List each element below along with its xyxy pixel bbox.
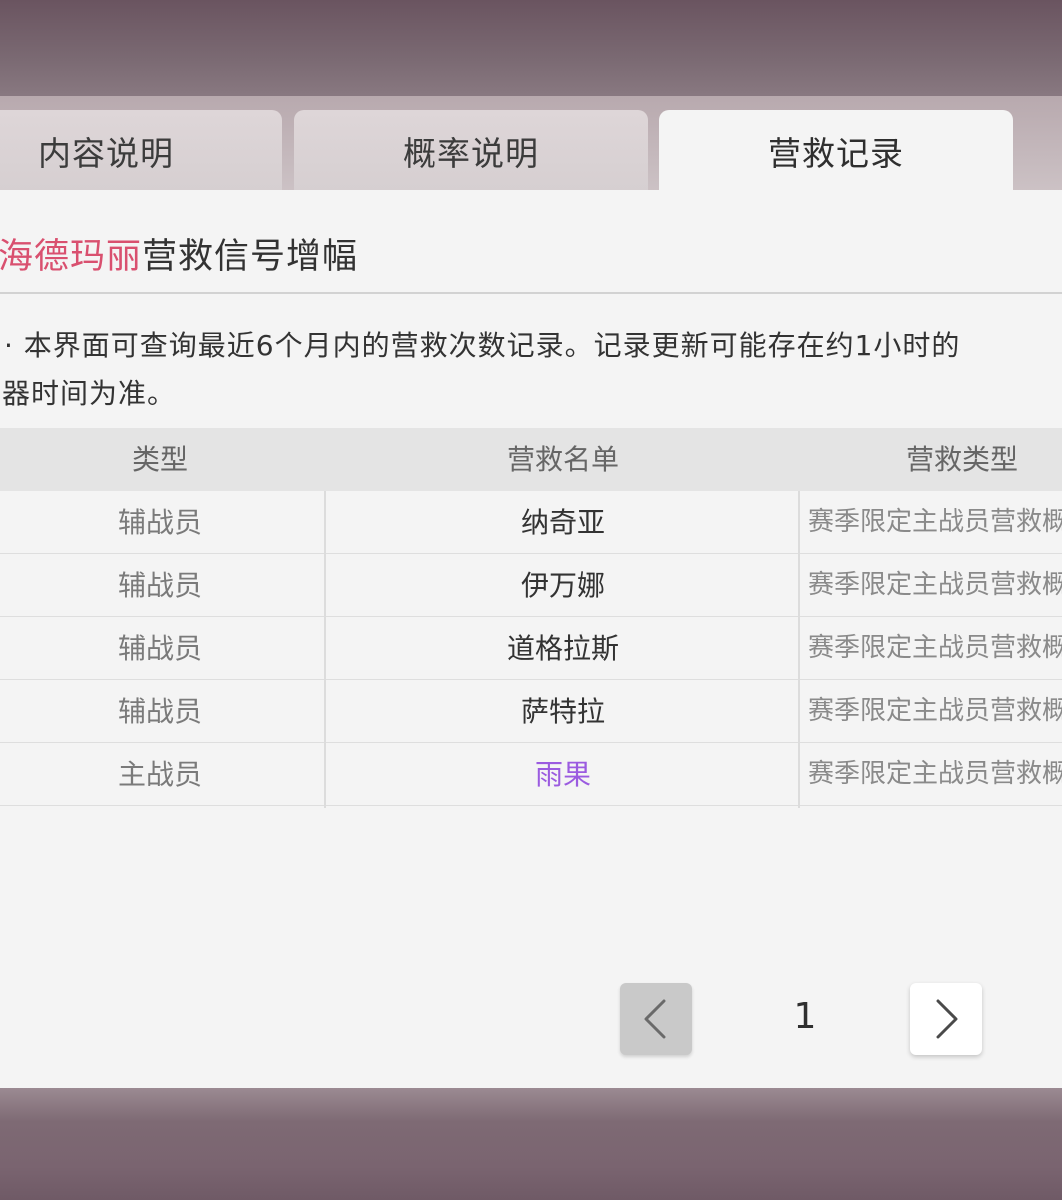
- chevron-left-icon: [644, 999, 666, 1039]
- table-row: 辅战员 道格拉斯 赛季限定主战员营救概率: [0, 617, 1062, 680]
- cell-rescue-type: 赛季限定主战员营救概率: [808, 570, 1062, 600]
- cell-rescue-type: 赛季限定主战员营救概率: [808, 696, 1062, 726]
- header-rescue-type: 营救类型: [906, 443, 1019, 476]
- column-divider: [798, 491, 800, 808]
- title-rest: 营救信号增幅: [142, 237, 359, 277]
- cell-type: 辅战员: [117, 569, 202, 602]
- cell-type: 主战员: [117, 758, 202, 791]
- cell-name: 雨果: [534, 758, 591, 791]
- cell-type: 辅战员: [117, 506, 202, 539]
- records-table: 类型 营救名单 营救类型 辅战员 纳奇亚 赛季限定主战员营救概率 辅战员 伊万娜…: [0, 428, 1062, 808]
- divider: [0, 292, 1062, 294]
- table-row: 辅战员 伊万娜 赛季限定主战员营救概率: [0, 554, 1062, 617]
- notice-text: · 本界面可查询最近6个月内的营救次数记录。记录更新可能存在约1小时的 器时间为…: [2, 322, 1062, 418]
- tab-label: 营救记录: [768, 133, 904, 173]
- table-row: 辅战员 纳奇亚 赛季限定主战员营救概率: [0, 491, 1062, 554]
- cell-rescue-type: 赛季限定主战员营救概率: [808, 759, 1062, 789]
- tab-content-info[interactable]: 内容说明: [0, 110, 282, 191]
- table-row: 辅战员 萨特拉 赛季限定主战员营救概率: [0, 680, 1062, 743]
- background-bottom: [0, 1088, 1062, 1200]
- page-number: 1: [793, 996, 817, 1037]
- tab-probability-info[interactable]: 概率说明: [294, 110, 648, 191]
- cell-rescue-type: 赛季限定主战员营救概率: [808, 633, 1062, 663]
- tab-label: 概率说明: [403, 133, 539, 173]
- title-highlight: 海德玛丽: [0, 237, 143, 277]
- next-page-button[interactable]: [910, 983, 982, 1055]
- table-row: 主战员 雨果 赛季限定主战员营救概率: [0, 743, 1062, 806]
- prev-page-button[interactable]: [620, 983, 692, 1055]
- cell-name: 道格拉斯: [506, 632, 619, 665]
- chevron-right-icon: [936, 999, 958, 1039]
- tab-rescue-records[interactable]: 营救记录: [659, 110, 1013, 191]
- cell-rescue-type: 赛季限定主战员营救概率: [808, 507, 1062, 537]
- notice-line-2: 器时间为准。: [2, 377, 177, 410]
- tab-label: 内容说明: [38, 133, 174, 173]
- cell-name: 纳奇亚: [520, 506, 605, 539]
- page-title: 海德玛丽营救信号增幅: [0, 228, 358, 279]
- column-divider: [324, 491, 326, 808]
- cell-type: 辅战员: [117, 695, 202, 728]
- background-top: [0, 0, 1062, 100]
- notice-line-1: · 本界面可查询最近6个月内的营救次数记录。记录更新可能存在约1小时的: [4, 329, 961, 362]
- cell-name: 伊万娜: [520, 569, 605, 602]
- header-type: 类型: [131, 443, 188, 476]
- cell-name: 萨特拉: [520, 695, 605, 728]
- cell-type: 辅战员: [117, 632, 202, 665]
- table-header: 类型 营救名单 营救类型: [0, 428, 1062, 491]
- header-name: 营救名单: [506, 443, 619, 476]
